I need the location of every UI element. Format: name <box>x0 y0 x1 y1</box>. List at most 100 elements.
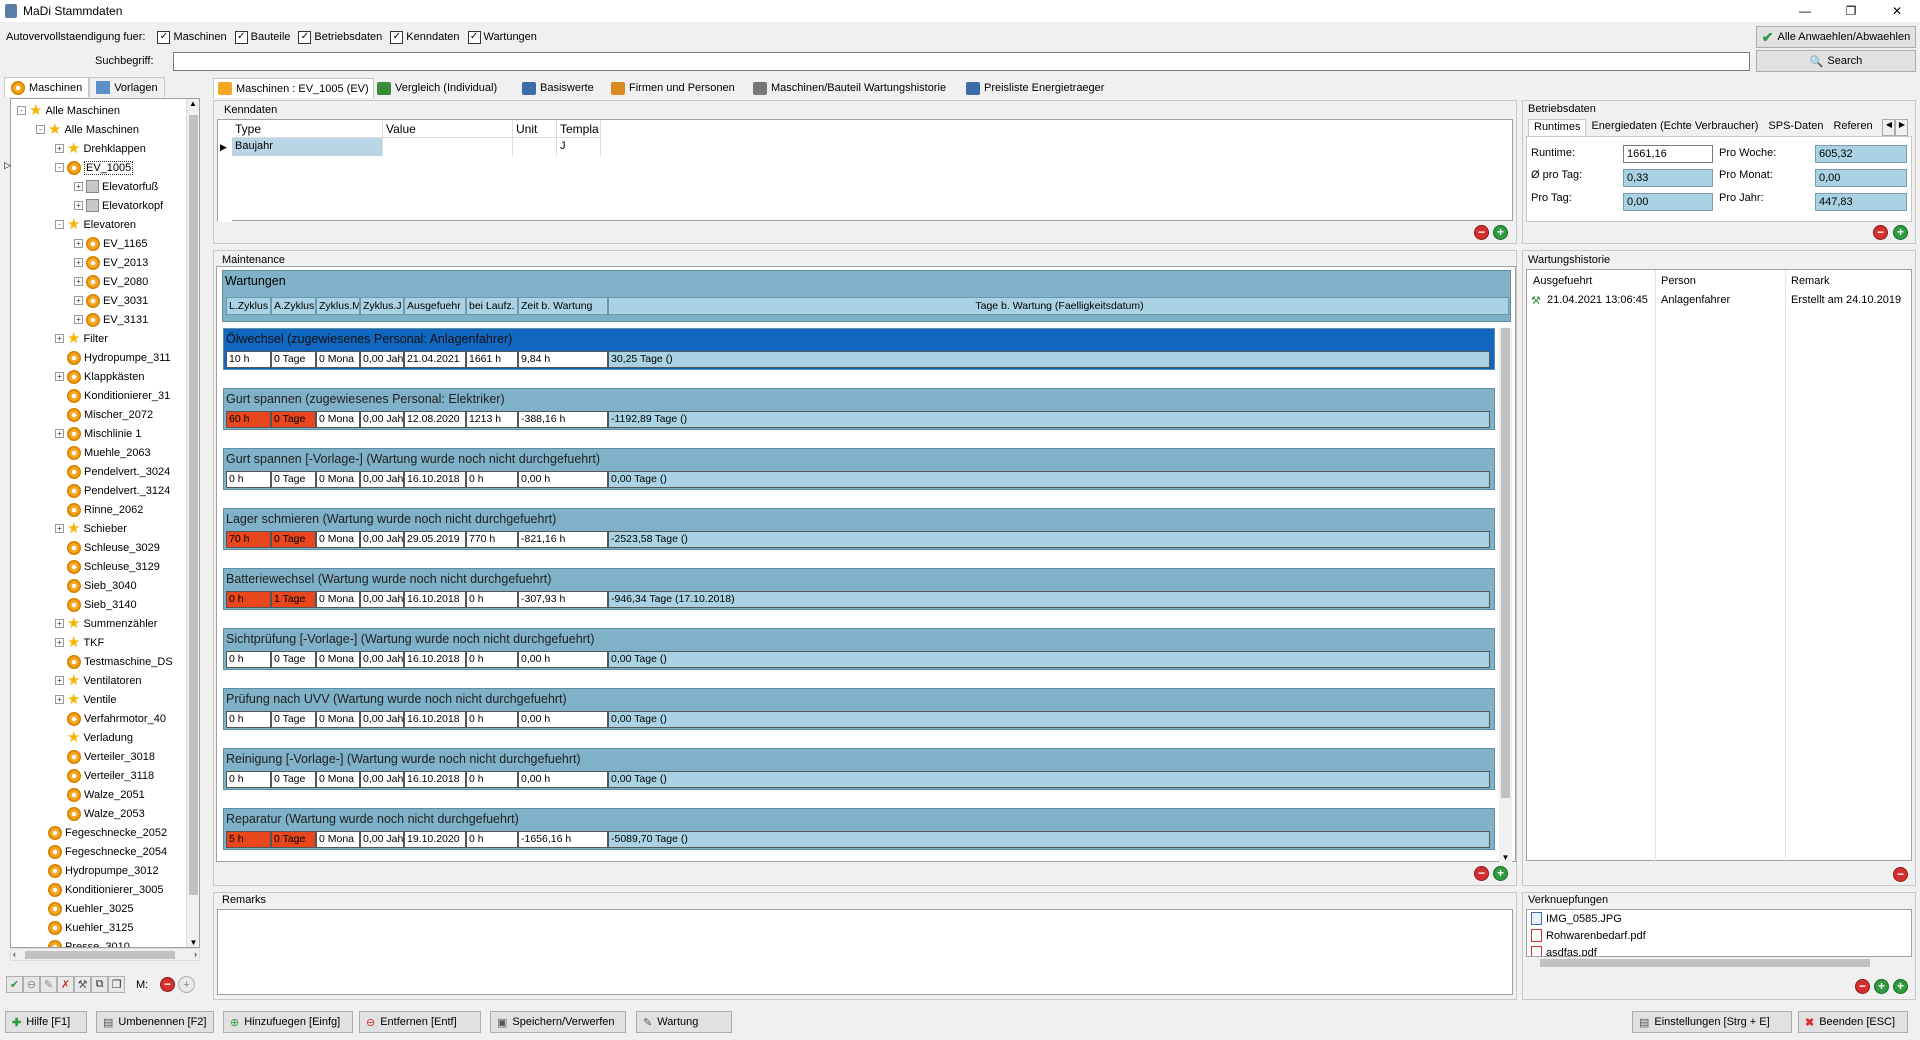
maintenance-cell[interactable]: 0 Mona <box>316 651 360 668</box>
maintenance-item[interactable]: Reparatur (Wartung wurde noch nicht durc… <box>223 808 1495 850</box>
tree-item[interactable]: Verfahrmotor_40 <box>55 709 166 728</box>
tree-item[interactable]: + Klappkästen <box>55 367 145 386</box>
select-all-button[interactable]: ✔ Alle Anwaehlen/Abwaehlen <box>1756 26 1916 48</box>
column-header[interactable]: Zyklus.M <box>316 297 360 315</box>
expand-icon[interactable]: + <box>55 334 64 343</box>
tool-icon[interactable]: ⚒ <box>74 976 91 993</box>
maintenance-cell[interactable]: -1192,89 Tage () <box>608 411 1490 428</box>
tree-item[interactable]: + Elevatorkopf <box>74 196 163 215</box>
maintenance-cell[interactable]: 0 h <box>466 471 518 488</box>
maintenance-cell[interactable]: 0,00 Tage () <box>608 771 1490 788</box>
tree-item[interactable]: + ★ Filter <box>55 329 108 348</box>
maintenance-cell[interactable]: 0 Tage <box>271 411 316 428</box>
main-tab[interactable]: Firmen und Personen <box>607 78 739 98</box>
tab-scroll-right-icon[interactable]: ▶ <box>1895 119 1909 136</box>
scroll-right-icon[interactable]: › <box>194 949 197 959</box>
tree-item[interactable]: Walze_2051 <box>55 785 145 804</box>
maintenance-cell[interactable]: 16.10.2018 <box>404 591 466 608</box>
remove-icon[interactable]: − <box>1893 867 1908 882</box>
maintenance-cell[interactable]: 0 Tage <box>271 531 316 548</box>
add-icon[interactable]: + <box>1874 979 1889 994</box>
tree-item[interactable]: Schleuse_3029 <box>55 538 160 557</box>
maintenance-cell[interactable]: 0 Mona <box>316 351 360 368</box>
remove-button[interactable]: ⊖ Entfernen [Entf] <box>359 1011 481 1033</box>
maintenance-cell[interactable]: 60 h <box>226 411 271 428</box>
checkbox-kenndaten[interactable]: ✓ Kenndaten <box>390 30 460 44</box>
maintenance-cell[interactable]: 0 Mona <box>316 411 360 428</box>
maintenance-cell[interactable]: 0,00 Jah <box>360 531 404 548</box>
maintenance-cell[interactable]: 1213 h <box>466 411 518 428</box>
column-header[interactable]: L.Zyklus <box>226 297 271 315</box>
maintenance-cell[interactable]: 0,00 h <box>518 471 608 488</box>
column-header[interactable]: Zyklus.J <box>360 297 404 315</box>
maintenance-cell[interactable]: 0 h <box>466 831 518 848</box>
tree-item[interactable]: Schleuse_3129 <box>55 557 160 576</box>
tree-item[interactable]: Verteiler_3118 <box>55 766 154 785</box>
scroll-down-icon[interactable]: ▼ <box>187 938 200 947</box>
cell-type[interactable]: Baujahr <box>232 138 383 156</box>
maintenance-item[interactable]: Prüfung nach UVV (Wartung wurde noch nic… <box>223 688 1495 730</box>
remove-icon[interactable]: − <box>160 977 175 992</box>
add-button[interactable]: ⊕ Hinzufuegen [Einfg] <box>223 1011 353 1033</box>
maintenance-cell[interactable]: -2523,58 Tage () <box>608 531 1490 548</box>
table-row[interactable]: ⚒ 21.04.2021 13:06:45 Anlagenfahrer Erst… <box>1527 292 1911 310</box>
maintenance-cell[interactable]: 0,00 Jah <box>360 711 404 728</box>
collapse-icon[interactable]: - <box>55 163 64 172</box>
expand-icon[interactable]: + <box>74 258 83 267</box>
maintenance-item[interactable]: Gurt spannen (zugewiesenes Personal: Ele… <box>223 388 1495 430</box>
maintenance-cell[interactable]: 0 Mona <box>316 831 360 848</box>
expand-icon[interactable]: + <box>74 315 83 324</box>
add-link-icon[interactable]: + <box>1893 979 1908 994</box>
tree-item[interactable]: - EV_1005 <box>55 158 134 177</box>
col-type[interactable]: Type <box>232 120 383 138</box>
tab-energiedaten[interactable]: Energiedaten (Echte Verbraucher) <box>1586 119 1763 136</box>
help-button[interactable]: ✚ Hilfe [F1] <box>5 1011 87 1033</box>
maintenance-cell[interactable]: 16.10.2018 <box>404 711 466 728</box>
maintenance-cell[interactable]: 0 Tage <box>271 651 316 668</box>
file-list[interactable]: IMG_0585.JPG Rohwarenbedarf.pdf asdfas.p… <box>1526 909 1912 957</box>
maintenance-cell[interactable]: 0 h <box>466 771 518 788</box>
maintenance-scrollbar[interactable]: ▼ <box>1499 328 1512 862</box>
maintenance-cell[interactable]: 0,00 Jah <box>360 411 404 428</box>
scroll-thumb[interactable] <box>1501 328 1510 798</box>
remove-icon[interactable]: − <box>1855 979 1870 994</box>
tree-item[interactable]: Testmaschine_DS <box>55 652 173 671</box>
expand-icon[interactable]: + <box>55 676 64 685</box>
maintenance-item[interactable]: Batteriewechsel (Wartung wurde noch nich… <box>223 568 1495 610</box>
add-disabled-icon[interactable]: + <box>178 976 195 993</box>
wartung-button[interactable]: ✎ Wartung <box>636 1011 732 1033</box>
tree-item[interactable]: Sieb_3040 <box>55 576 137 595</box>
remove-icon[interactable]: − <box>1474 866 1489 881</box>
scroll-thumb[interactable] <box>1540 959 1870 967</box>
tree-item[interactable]: + ★ Schieber <box>55 519 127 538</box>
maintenance-cell[interactable]: 1 Tage <box>271 591 316 608</box>
tab-maschinen[interactable]: Maschinen <box>4 77 90 97</box>
tree-vertical-scrollbar[interactable]: ▲ ▼ <box>186 99 199 947</box>
tab-runtimes[interactable]: Runtimes <box>1528 119 1587 136</box>
maintenance-cell[interactable]: 0,00 Tage () <box>608 651 1490 668</box>
tree-item[interactable]: Fegeschnecke_2052 <box>36 823 167 842</box>
maintenance-cell[interactable]: 30,25 Tage () <box>608 351 1490 368</box>
column-header[interactable]: Zeit b. Wartung <box>518 297 608 315</box>
maintenance-cell[interactable]: 29.05.2019 <box>404 531 466 548</box>
pro-woche-field[interactable]: 605,32 <box>1815 145 1907 163</box>
add-icon[interactable]: + <box>1493 225 1508 240</box>
tree-item[interactable]: Presse_3010 <box>36 937 130 947</box>
file-list-scrollbar[interactable] <box>1526 957 1912 969</box>
tree-item[interactable]: + Elevatorfuß <box>74 177 158 196</box>
expand-icon[interactable]: + <box>74 201 83 210</box>
maintenance-cell[interactable]: 0 h <box>226 711 271 728</box>
tree-item[interactable]: Hydropumpe_311 <box>55 348 171 367</box>
maintenance-cell[interactable]: 0,00 h <box>518 711 608 728</box>
tree-item[interactable]: Pendelvert._3124 <box>55 481 170 500</box>
maintenance-cell[interactable]: 1661 h <box>466 351 518 368</box>
tree-item[interactable]: - ★ Alle Maschinen <box>36 120 139 139</box>
expand-icon[interactable]: + <box>74 239 83 248</box>
maintenance-item[interactable]: Sichtprüfung [-Vorlage-] (Wartung wurde … <box>223 628 1495 670</box>
checkbox-bauteile[interactable]: ✓ Bauteile <box>234 30 290 44</box>
col-ausgefuehrt[interactable]: Ausgefuehrt <box>1533 275 1592 287</box>
maintenance-cell[interactable]: 0 h <box>466 591 518 608</box>
tab-vorlagen[interactable]: Vorlagen <box>89 77 165 97</box>
maintenance-cell[interactable]: 0 Tage <box>271 831 316 848</box>
maintenance-item[interactable]: Reinigung [-Vorlage-] (Wartung wurde noc… <box>223 748 1495 790</box>
